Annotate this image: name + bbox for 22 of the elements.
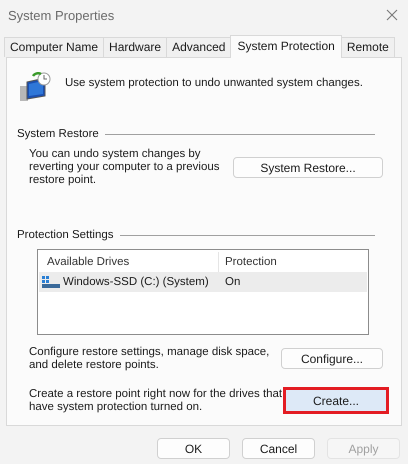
window-title: System Properties (8, 8, 114, 22)
drive-name: Windows-SSD (C:) (System) (63, 276, 209, 288)
description-text: You can undo system changes by reverting your computer to a previous restore point. (29, 148, 220, 187)
column-header[interactable]: Protection (219, 252, 367, 272)
description-text: Create a restore point right now for the drives that have system protection turned on. (29, 388, 283, 414)
group-title: System Restore (17, 128, 99, 140)
computer-restore-icon (19, 72, 51, 102)
tab[interactable]: Remote (340, 37, 395, 57)
close-icon[interactable] (386, 9, 398, 21)
create-button[interactable]: Create... (286, 390, 386, 411)
protection-status: On (224, 276, 242, 288)
configure-button[interactable]: Configure... (281, 348, 383, 369)
tab[interactable]: System Protection (230, 35, 342, 58)
intro-text: Use system protection to undo unwanted system changes. (65, 76, 363, 89)
dialog-button[interactable]: Cancel (242, 438, 315, 459)
system-restore-button[interactable]: System Restore... (233, 157, 383, 178)
drive-icon (42, 276, 60, 288)
drive-row[interactable]: Windows-SSD (C:) (System) On (39, 272, 367, 292)
tab[interactable]: Computer Name (4, 37, 104, 57)
group-title: Protection Settings (17, 229, 114, 241)
description-text: Configure restore settings, manage disk space, and delete restore points. (29, 346, 270, 372)
dialog-button[interactable]: OK (157, 438, 230, 459)
